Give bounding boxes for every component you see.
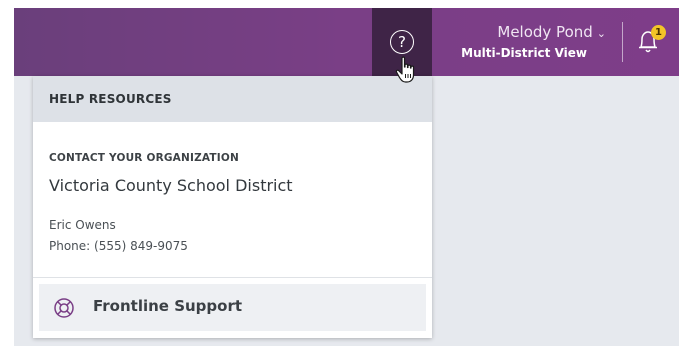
hand-pointer-icon bbox=[395, 56, 415, 83]
panel-title: HELP RESOURCES bbox=[33, 76, 432, 122]
organization-name: Victoria County School District bbox=[49, 176, 293, 195]
user-name: Melody Pond bbox=[497, 23, 593, 41]
contact-name: Eric Owens bbox=[49, 218, 116, 232]
top-navigation-bar: ? Melody Pond ⌄ Multi-District View 1 bbox=[14, 8, 679, 76]
panel-divider bbox=[33, 277, 432, 278]
help-resources-panel: HELP RESOURCES CONTACT YOUR ORGANIZATION… bbox=[33, 76, 432, 338]
frontline-support-label: Frontline Support bbox=[93, 297, 243, 315]
contact-section-label: CONTACT YOUR ORGANIZATION bbox=[49, 152, 239, 164]
app-frame: ? Melody Pond ⌄ Multi-District View 1 HEL… bbox=[14, 8, 679, 346]
notification-badge: 1 bbox=[651, 25, 666, 40]
question-circle-icon: ? bbox=[390, 30, 414, 54]
chevron-down-icon: ⌄ bbox=[596, 27, 606, 40]
contact-phone: Phone: (555) 849-9075 bbox=[49, 239, 188, 253]
district-view-label: Multi-District View bbox=[461, 46, 587, 60]
header-divider bbox=[622, 22, 623, 62]
user-menu[interactable]: Melody Pond ⌄ bbox=[454, 23, 606, 41]
frontline-support-link[interactable]: Frontline Support bbox=[39, 284, 426, 331]
lifebuoy-icon bbox=[54, 298, 74, 318]
